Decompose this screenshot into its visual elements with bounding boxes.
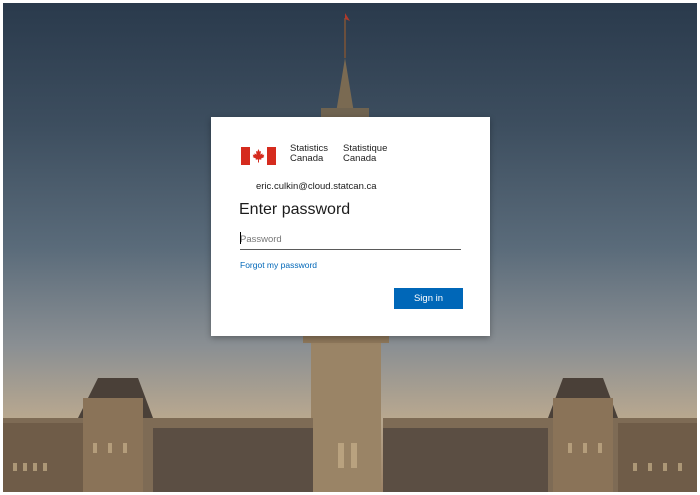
password-field-wrapper — [240, 229, 461, 250]
brand-wordmark: Statistics Canada Statistique Canada — [290, 144, 402, 164]
forgot-password-link[interactable]: Forgot my password — [240, 260, 317, 270]
canada-flag-icon — [241, 147, 276, 165]
statcan-logo: Statistics Canada Statistique Canada — [241, 144, 402, 168]
sign-in-button[interactable]: Sign in — [394, 288, 463, 309]
account-email: eric.culkin@cloud.statcan.ca — [256, 181, 377, 192]
text-caret — [240, 232, 241, 244]
brand-french: Statistique Canada — [343, 143, 388, 164]
page-title: Enter password — [239, 201, 351, 218]
brand-english: Statistics Canada — [290, 143, 329, 164]
sign-in-card: Statistics Canada Statistique Canada eri… — [211, 117, 490, 336]
password-input[interactable] — [240, 230, 461, 249]
